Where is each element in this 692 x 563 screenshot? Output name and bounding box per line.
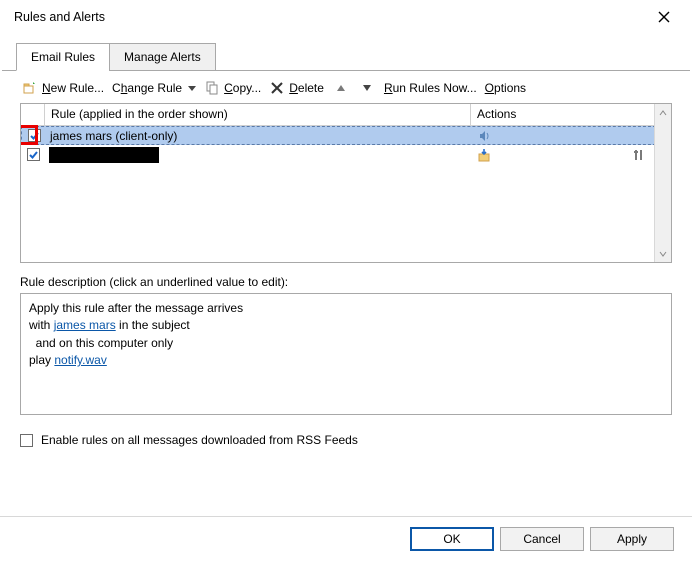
delete-icon bbox=[269, 80, 285, 96]
desc-line: with james mars in the subject bbox=[29, 317, 663, 334]
options-button[interactable]: Options bbox=[485, 81, 526, 95]
dialog-footer: OK Cancel Apply bbox=[0, 516, 692, 563]
tabstrip: Email Rules Manage Alerts bbox=[2, 34, 690, 71]
triangle-down-icon bbox=[362, 83, 372, 93]
toolbar: New Rule... Change Rule Copy... De bbox=[0, 71, 692, 103]
sound-action-icon bbox=[476, 128, 492, 144]
delete-label: elete bbox=[298, 81, 324, 95]
options-label: ptions bbox=[494, 81, 526, 95]
rule-name: james mars (client-only) bbox=[46, 129, 470, 143]
run-rules-now-button[interactable]: Run Rules Now... bbox=[384, 81, 477, 95]
table-row[interactable] bbox=[21, 145, 671, 164]
desc-line: play notify.wav bbox=[29, 352, 663, 369]
rule-description-box: Apply this rule after the message arrive… bbox=[20, 293, 672, 415]
table-row[interactable]: james mars (client-only) bbox=[21, 126, 671, 145]
rules-list-header: Rule (applied in the order shown) Action… bbox=[21, 104, 671, 126]
rules-list-header-actions: Actions bbox=[471, 104, 671, 125]
copy-label: opy... bbox=[233, 81, 261, 95]
rule-name-redacted bbox=[49, 147, 159, 163]
rule-description-label: Rule description (click an underlined va… bbox=[0, 263, 692, 293]
new-rule-button[interactable]: New Rule... bbox=[22, 80, 104, 96]
dialog-title: Rules and Alerts bbox=[14, 10, 105, 24]
cancel-button-label: Cancel bbox=[523, 532, 560, 546]
run-rules-now-label: un Rules Now... bbox=[393, 81, 477, 95]
close-button[interactable] bbox=[646, 3, 682, 31]
move-up-button[interactable] bbox=[332, 79, 350, 97]
tab-email-rules-label: Email Rules bbox=[31, 50, 95, 64]
chevron-up-icon bbox=[659, 109, 667, 117]
tab-manage-alerts-label: Manage Alerts bbox=[124, 50, 201, 64]
apply-button[interactable]: Apply bbox=[590, 527, 674, 551]
new-rule-icon bbox=[22, 80, 38, 96]
rss-enable-label: Enable rules on all messages downloaded … bbox=[41, 433, 358, 447]
scroll-up-button[interactable] bbox=[655, 104, 672, 121]
triangle-up-icon bbox=[336, 83, 346, 93]
tab-manage-alerts[interactable]: Manage Alerts bbox=[109, 43, 216, 71]
copy-icon bbox=[204, 80, 220, 96]
chevron-down-icon bbox=[188, 86, 196, 91]
scroll-down-button[interactable] bbox=[655, 245, 672, 262]
change-rule-button[interactable]: Change Rule bbox=[112, 81, 196, 95]
delete-button[interactable]: Delete bbox=[269, 80, 324, 96]
rule-enabled-checkbox[interactable] bbox=[27, 148, 40, 161]
ok-button-label: OK bbox=[443, 532, 460, 546]
move-down-button[interactable] bbox=[358, 79, 376, 97]
rss-option-row: Enable rules on all messages downloaded … bbox=[0, 415, 692, 455]
desc-link-subject[interactable]: james mars bbox=[54, 318, 116, 332]
tab-email-rules[interactable]: Email Rules bbox=[16, 43, 110, 71]
apply-button-label: Apply bbox=[617, 532, 647, 546]
close-icon bbox=[658, 11, 670, 23]
new-rule-label: ew Rule... bbox=[51, 81, 104, 95]
titlebar: Rules and Alerts bbox=[0, 0, 692, 34]
cancel-button[interactable]: Cancel bbox=[500, 527, 584, 551]
copy-button[interactable]: Copy... bbox=[204, 80, 261, 96]
move-to-folder-action-icon bbox=[477, 147, 493, 163]
rules-list[interactable]: Rule (applied in the order shown) Action… bbox=[20, 103, 672, 263]
rules-list-header-rule: Rule (applied in the order shown) bbox=[45, 104, 471, 125]
rule-enabled-checkbox[interactable] bbox=[28, 129, 41, 142]
vertical-scrollbar[interactable] bbox=[654, 104, 671, 262]
chevron-down-icon bbox=[659, 250, 667, 258]
change-rule-label: Change Rule bbox=[112, 81, 182, 95]
rules-alerts-dialog: Rules and Alerts Email Rules Manage Aler… bbox=[0, 0, 692, 563]
desc-line: Apply this rule after the message arrive… bbox=[29, 300, 663, 317]
desc-line: and on this computer only bbox=[29, 335, 663, 352]
rss-enable-checkbox[interactable] bbox=[20, 434, 33, 447]
ok-button[interactable]: OK bbox=[410, 527, 494, 551]
desc-link-sound[interactable]: notify.wav bbox=[54, 353, 106, 367]
tools-action-icon bbox=[631, 147, 647, 163]
